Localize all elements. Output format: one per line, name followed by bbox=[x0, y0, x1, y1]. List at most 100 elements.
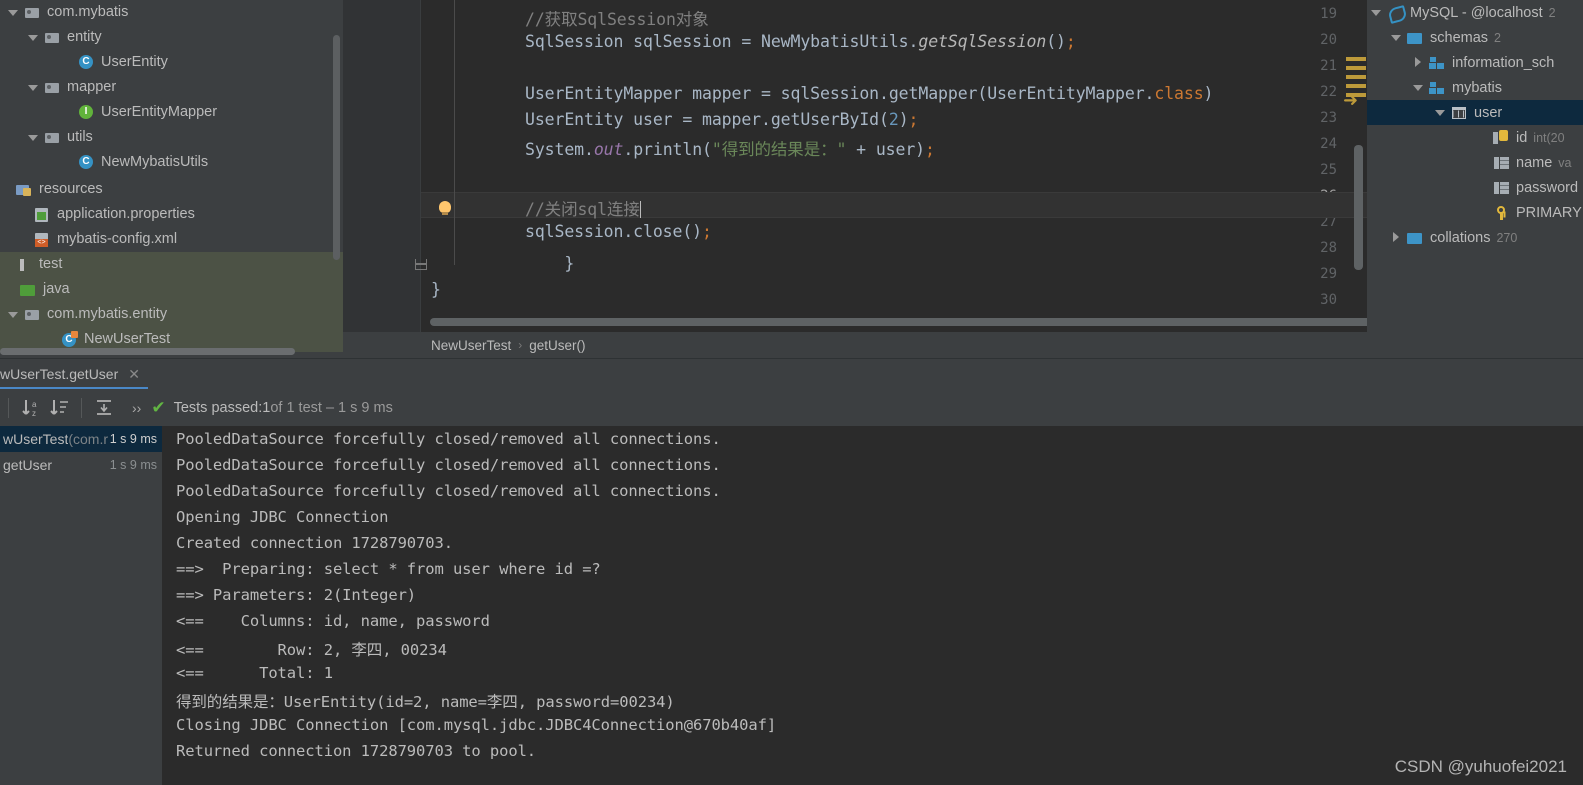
project-tool-window[interactable]: com.mybatis entity UserEntity mapper UserEnt… bbox=[0, 0, 343, 358]
chevron-down-icon[interactable] bbox=[28, 132, 39, 143]
database-tree-item[interactable]: name va bbox=[1367, 150, 1583, 175]
breadcrumb-class[interactable]: NewUserTest bbox=[431, 338, 511, 353]
database-tree-item[interactable]: password bbox=[1367, 175, 1583, 200]
toolbar-overflow-chevron-icon[interactable]: ›› bbox=[132, 400, 141, 416]
test-results-tree[interactable]: wUserTest (com.r 1 s 9 ms getUser 1 s 9 ms bbox=[0, 426, 162, 785]
project-tree-item[interactable]: test bbox=[0, 252, 343, 277]
test-tree-row[interactable]: wUserTest (com.r 1 s 9 ms bbox=[0, 426, 162, 452]
database-tree-item-label: name bbox=[1516, 154, 1553, 171]
code-line[interactable]: //关闭sql连接 bbox=[525, 196, 641, 220]
primary-key-column-icon bbox=[1493, 129, 1510, 146]
code-token: UserEntityMapper mapper = sqlSession.get… bbox=[525, 84, 1155, 103]
console-line: Closing JDBC Connection [com.mysql.jdbc.… bbox=[176, 716, 777, 734]
intention-bulb-icon[interactable] bbox=[439, 201, 451, 215]
expand-collapse-icon[interactable] bbox=[90, 395, 118, 421]
project-tree-item[interactable]: UserEntityMapper bbox=[0, 100, 343, 125]
database-tree-item-label: PRIMARY bbox=[1516, 204, 1582, 221]
chevron-down-icon[interactable] bbox=[1391, 32, 1402, 43]
chevron-right-icon[interactable] bbox=[1413, 57, 1424, 68]
database-tree-item-label: information_sch bbox=[1452, 54, 1555, 71]
chevron-right-icon[interactable] bbox=[1391, 232, 1402, 243]
database-tool-window[interactable]: MySQL - @localhost 2 schemas 2 information_s… bbox=[1367, 0, 1583, 358]
indent-guide bbox=[454, 0, 455, 265]
folder-icon bbox=[1407, 230, 1424, 246]
run-tab-newusertest-getuser[interactable]: wUserTest.getUser ✕ bbox=[0, 360, 148, 389]
project-tree-item[interactable]: resources bbox=[0, 177, 343, 202]
code-line[interactable]: SqlSession sqlSession = NewMybatisUtils.… bbox=[525, 32, 1076, 51]
chevron-down-icon[interactable] bbox=[1435, 107, 1446, 118]
test-tree-row[interactable]: getUser 1 s 9 ms bbox=[0, 452, 162, 478]
database-tree-item[interactable]: mybatis bbox=[1367, 75, 1583, 100]
database-tree-item[interactable]: schemas 2 bbox=[1367, 25, 1583, 50]
code-token: .println( bbox=[623, 140, 712, 159]
code-line[interactable]: System.out.println("得到的结果是：" + user); bbox=[525, 136, 935, 160]
project-tree-item[interactable]: application.properties bbox=[0, 202, 343, 227]
next-error-arrow-icon[interactable]: ➜ bbox=[1343, 92, 1358, 110]
database-tree-item[interactable]: information_sch bbox=[1367, 50, 1583, 75]
code-token: ; bbox=[1065, 32, 1076, 51]
code-editor[interactable]: 192021222324252627282930 //获取SqlSession对… bbox=[343, 0, 1583, 358]
code-line[interactable]: //获取SqlSession对象 bbox=[525, 6, 709, 30]
code-token: "得到的结果是：" bbox=[711, 140, 847, 159]
code-line[interactable]: UserEntityMapper mapper = sqlSession.get… bbox=[525, 84, 1213, 103]
database-tree-item[interactable]: user bbox=[1367, 100, 1583, 125]
database-tree-item-detail: va bbox=[1558, 155, 1572, 170]
project-tree-item[interactable]: UserEntity bbox=[0, 50, 343, 75]
database-tree-item-detail: 2 bbox=[1494, 30, 1501, 45]
project-horizontal-scrollbar[interactable] bbox=[0, 348, 295, 355]
database-tree-item-detail: 270 bbox=[1496, 230, 1518, 245]
schema-icon bbox=[1429, 55, 1446, 71]
project-tree-item[interactable]: com.mybatis.entity bbox=[0, 302, 343, 327]
chevron-down-icon[interactable] bbox=[28, 32, 39, 43]
chevron-down-icon[interactable] bbox=[1413, 82, 1424, 93]
properties-file-icon bbox=[34, 207, 51, 223]
database-tree-item[interactable]: MySQL - @localhost 2 bbox=[1367, 0, 1583, 25]
database-tree-item[interactable]: PRIMARY bbox=[1367, 200, 1583, 225]
project-tree-item[interactable]: java bbox=[0, 277, 343, 302]
code-line[interactable]: } bbox=[525, 254, 574, 273]
code-line[interactable]: sqlSession.close(); bbox=[525, 222, 712, 241]
line-number: 21 bbox=[1320, 58, 1337, 74]
project-tree-item-label: java bbox=[43, 281, 70, 298]
chevron-down-icon[interactable] bbox=[28, 82, 39, 93]
console-line: Returned connection 1728790703 to pool. bbox=[176, 742, 537, 760]
code-token: ; bbox=[925, 140, 935, 159]
project-tree-item[interactable]: NewMybatisUtils bbox=[0, 150, 343, 175]
tests-passed-check-icon: ✔ bbox=[151, 397, 166, 418]
chevron-down-icon[interactable] bbox=[8, 309, 19, 320]
breadcrumb[interactable]: NewUserTest › getUser() bbox=[343, 332, 1367, 358]
code-line[interactable]: } bbox=[431, 280, 441, 299]
console-line: <== Columns: id, name, password bbox=[176, 612, 490, 630]
project-tree-item[interactable]: mapper bbox=[0, 75, 343, 100]
column-icon bbox=[1493, 155, 1510, 171]
chevron-down-icon[interactable] bbox=[8, 7, 19, 18]
project-tree-item[interactable]: com.mybatis bbox=[0, 0, 343, 25]
close-icon[interactable]: ✕ bbox=[128, 367, 140, 381]
sort-by-duration-icon[interactable] bbox=[45, 395, 73, 421]
project-tree-item[interactable]: mybatis-config.xml bbox=[0, 227, 343, 252]
sort-alphabetically-icon[interactable]: a z bbox=[17, 395, 45, 421]
project-vertical-scrollbar[interactable] bbox=[333, 35, 340, 260]
project-tree-item[interactable]: entity bbox=[0, 25, 343, 50]
code-token: ) bbox=[898, 110, 909, 129]
code-fold-marker-icon[interactable] bbox=[414, 259, 427, 270]
code-line[interactable]: UserEntity user = mapper.getUserById(2); bbox=[525, 110, 918, 129]
console-output[interactable]: Returned connection 1728790703 to pool. C… bbox=[162, 426, 1583, 785]
editor-gutter[interactable] bbox=[343, 0, 421, 332]
database-tree-item[interactable]: collations 270 bbox=[1367, 225, 1583, 250]
line-number: 22 bbox=[1320, 84, 1337, 100]
database-tree-item[interactable]: id int(20 bbox=[1367, 125, 1583, 150]
database-tree-item-label: id bbox=[1516, 129, 1528, 146]
toolbar-divider bbox=[8, 398, 9, 418]
console-line: PooledDataSource forcefully closed/remov… bbox=[176, 430, 721, 448]
code-token: () bbox=[1046, 32, 1066, 51]
editor-vertical-scrollbar[interactable] bbox=[1354, 145, 1363, 270]
project-tree-item[interactable]: utils bbox=[0, 125, 343, 150]
code-token: } bbox=[431, 280, 441, 299]
breadcrumb-method[interactable]: getUser() bbox=[529, 338, 585, 353]
folder-icon bbox=[1407, 30, 1424, 46]
chevron-down-icon[interactable] bbox=[1371, 7, 1382, 18]
